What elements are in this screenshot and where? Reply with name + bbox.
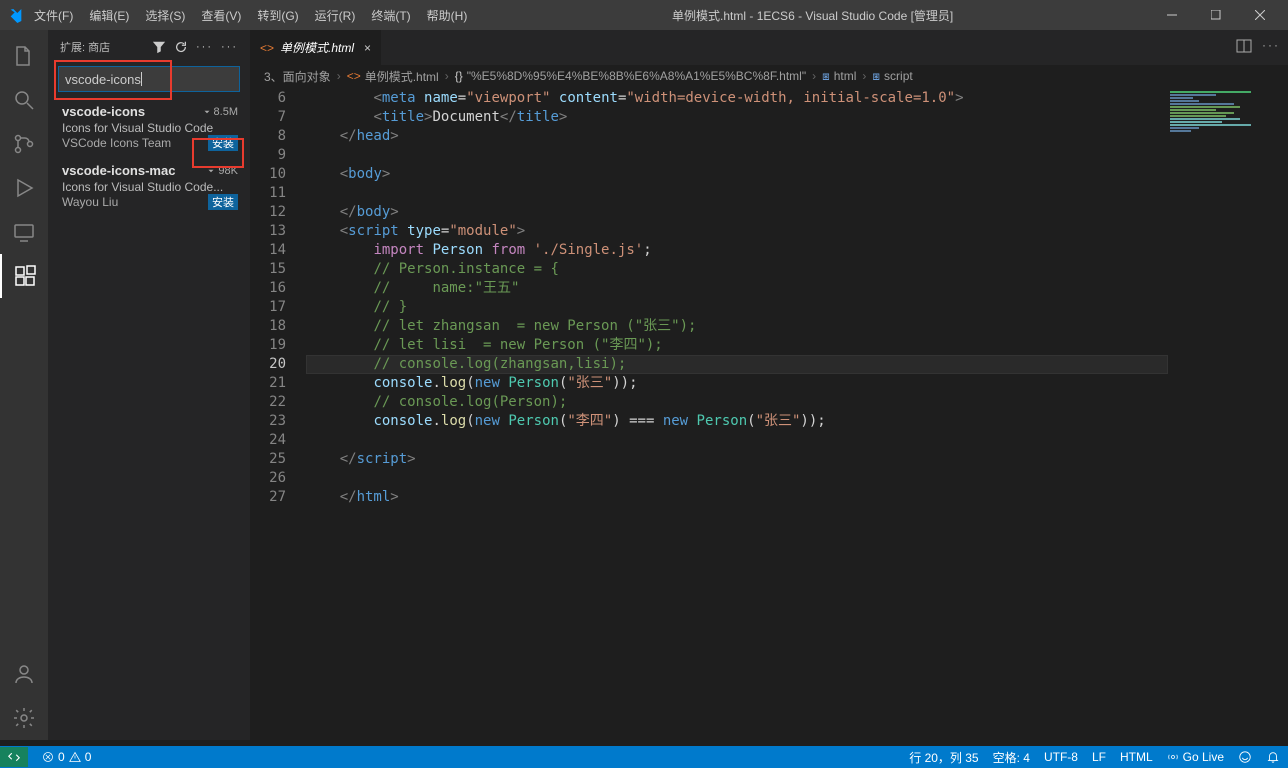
more-icon[interactable]: ···	[196, 41, 213, 53]
remote-icon[interactable]	[0, 210, 48, 254]
line-numbers: 6789101112131415161718192021222324252627	[250, 87, 306, 740]
extension-desc: Icons for Visual Studio Code	[62, 121, 238, 135]
settings-gear-icon[interactable]	[0, 696, 48, 740]
window-title: 单例模式.html - 1ECS6 - Visual Studio Code […	[475, 7, 1150, 24]
html-file-icon: <>	[260, 41, 274, 55]
eol[interactable]: LF	[1092, 750, 1106, 764]
install-button[interactable]: 安装	[208, 194, 238, 210]
extension-name: vscode-icons	[62, 104, 145, 119]
menu-terminal[interactable]: 终端(T)	[363, 3, 418, 28]
window-minimize-button[interactable]	[1150, 0, 1194, 30]
source-control-icon[interactable]	[0, 122, 48, 166]
tab-label: 单例模式.html	[280, 39, 354, 56]
menu-select[interactable]: 选择(S)	[137, 3, 193, 28]
tag-icon: ⧆	[822, 69, 830, 84]
extension-item-vscode-icons[interactable]: vscode-icons 8.5M Icons for Visual Studi…	[48, 98, 250, 157]
menu-goto[interactable]: 转到(G)	[249, 3, 306, 28]
go-live[interactable]: Go Live	[1167, 750, 1224, 764]
encoding[interactable]: UTF-8	[1044, 750, 1078, 764]
search-value: vscode-icons	[65, 72, 141, 87]
extensions-sidebar: 扩展: 商店 ··· ··· vscode-icons vscode-icons…	[48, 30, 250, 740]
window-close-button[interactable]	[1238, 0, 1282, 30]
title-bar: 文件(F) 编辑(E) 选择(S) 查看(V) 转到(G) 运行(R) 终端(T…	[0, 0, 1288, 30]
extension-item-vscode-icons-mac[interactable]: vscode-icons-mac 98K Icons for Visual St…	[48, 157, 250, 216]
extension-downloads: 8.5M	[202, 106, 238, 118]
split-editor-icon[interactable]	[1236, 38, 1252, 54]
editor-tab[interactable]: <> 单例模式.html ×	[250, 30, 382, 65]
vscode-logo-icon	[6, 7, 22, 23]
brace-icon: {}	[455, 69, 463, 83]
extension-desc: Icons for Visual Studio Code...	[62, 180, 238, 194]
editor-tabs: <> 单例模式.html ×	[250, 30, 1288, 65]
sidebar-title: 扩展: 商店	[60, 39, 110, 55]
explorer-icon[interactable]	[0, 34, 48, 78]
menu-run[interactable]: 运行(R)	[307, 3, 364, 28]
more-actions-icon[interactable]: ···	[1262, 38, 1280, 54]
activity-bar	[0, 30, 48, 740]
window-maximize-button[interactable]	[1194, 0, 1238, 30]
install-button[interactable]: 安装	[208, 135, 238, 151]
extension-name: vscode-icons-mac	[62, 163, 175, 178]
code-area[interactable]: <meta name="viewport" content="width=dev…	[306, 87, 1168, 740]
refresh-icon[interactable]	[174, 40, 188, 54]
account-icon[interactable]	[0, 652, 48, 696]
extensions-icon[interactable]	[0, 254, 48, 298]
menu-bar: 文件(F) 编辑(E) 选择(S) 查看(V) 转到(G) 运行(R) 终端(T…	[26, 3, 475, 28]
close-icon[interactable]: ×	[364, 41, 371, 55]
html-file-icon: <>	[347, 69, 361, 83]
menu-help[interactable]: 帮助(H)	[419, 3, 476, 28]
feedback-icon[interactable]	[1238, 750, 1252, 764]
text-editor[interactable]: 6789101112131415161718192021222324252627…	[250, 87, 1288, 740]
minimap[interactable]	[1168, 87, 1288, 740]
remote-status[interactable]	[0, 747, 28, 767]
editor-area: <> 单例模式.html × ··· 3、面向对象› <>单例模式.html› …	[250, 30, 1288, 740]
extension-downloads: 98K	[206, 165, 238, 177]
search-icon[interactable]	[0, 78, 48, 122]
menu-view[interactable]: 查看(V)	[193, 3, 249, 28]
language-mode[interactable]: HTML	[1120, 750, 1153, 764]
indentation[interactable]: 空格: 4	[993, 749, 1030, 766]
bell-icon[interactable]	[1266, 750, 1280, 764]
menu-edit[interactable]: 编辑(E)	[81, 3, 137, 28]
extension-author: Wayou Liu	[62, 195, 118, 209]
tag-icon: ⧆	[872, 69, 880, 84]
breadcrumb[interactable]: 3、面向对象› <>单例模式.html› {}"%E5%8D%95%E4%BE%…	[250, 65, 1288, 87]
problems-status[interactable]: 0 0	[42, 750, 91, 764]
status-bar: 0 0 行 20，列 35 空格: 4 UTF-8 LF HTML Go Liv…	[0, 746, 1288, 768]
more-icon-2[interactable]: ···	[221, 41, 238, 53]
cursor-position[interactable]: 行 20，列 35	[909, 749, 978, 766]
run-debug-icon[interactable]	[0, 166, 48, 210]
extension-author: VSCode Icons Team	[62, 136, 171, 150]
filter-icon[interactable]	[152, 40, 166, 54]
extension-search-input[interactable]: vscode-icons	[58, 66, 240, 92]
menu-file[interactable]: 文件(F)	[26, 3, 81, 28]
